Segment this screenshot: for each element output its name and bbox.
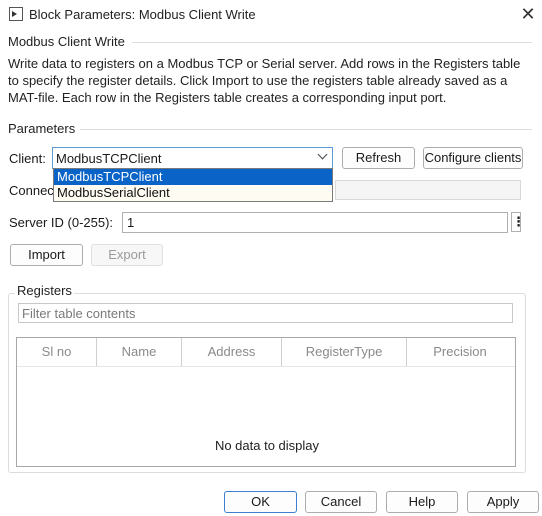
header-divider xyxy=(17,366,515,367)
client-selected-value: ModbusTCPClient xyxy=(56,151,162,166)
filter-placeholder: Filter table contents xyxy=(22,306,136,321)
ok-button[interactable]: OK xyxy=(224,491,297,513)
client-options-list[interactable]: ModbusTCPClient ModbusSerialClient xyxy=(53,168,333,202)
filter-input[interactable]: Filter table contents xyxy=(18,303,513,323)
connection-field xyxy=(335,180,521,200)
empty-table-message: No data to display xyxy=(214,438,320,453)
more-options-icon[interactable]: ⋮ xyxy=(511,212,525,232)
server-id-value: 1 xyxy=(127,215,135,230)
column-header-sl-no[interactable]: Sl no xyxy=(17,338,97,366)
connection-label: Connec xyxy=(9,183,54,198)
column-header-address[interactable]: Address xyxy=(182,338,282,366)
export-button[interactable]: Export xyxy=(91,244,163,266)
help-button[interactable]: Help xyxy=(386,491,458,513)
cancel-button[interactable]: Cancel xyxy=(305,491,377,513)
configure-clients-button[interactable]: Configure clients xyxy=(423,147,523,169)
apply-button[interactable]: Apply xyxy=(467,491,539,513)
client-option-serial[interactable]: ModbusSerialClient xyxy=(54,185,332,201)
block-description: Write data to registers on a Modbus TCP … xyxy=(8,56,521,105)
server-id-input[interactable]: 1 xyxy=(122,212,508,233)
client-label: Client: xyxy=(9,151,46,166)
column-header-register-type[interactable]: RegisterType xyxy=(282,338,407,366)
close-icon[interactable]: ✕ xyxy=(518,4,538,24)
import-button[interactable]: Import xyxy=(10,244,83,266)
title-bar: Block Parameters: Modbus Client Write ✕ xyxy=(0,0,542,30)
server-id-label: Server ID (0-255): xyxy=(9,215,114,230)
parameters-heading: Parameters xyxy=(8,121,76,136)
client-dropdown[interactable]: ModbusTCPClient xyxy=(52,147,333,169)
window-title: Block Parameters: Modbus Client Write xyxy=(29,7,256,22)
column-header-precision[interactable]: Precision xyxy=(407,338,513,366)
client-option-tcp[interactable]: ModbusTCPClient xyxy=(54,169,332,185)
column-header-name[interactable]: Name xyxy=(97,338,182,366)
divider xyxy=(80,129,532,130)
registers-table[interactable]: Sl no Name Address RegisterType Precisio… xyxy=(16,337,516,467)
block-name-heading: Modbus Client Write xyxy=(8,34,125,49)
chevron-down-icon[interactable] xyxy=(317,149,328,160)
registers-heading: Registers xyxy=(15,283,74,298)
simulink-block-icon xyxy=(9,7,23,21)
divider xyxy=(132,42,532,43)
refresh-button[interactable]: Refresh xyxy=(342,147,415,169)
